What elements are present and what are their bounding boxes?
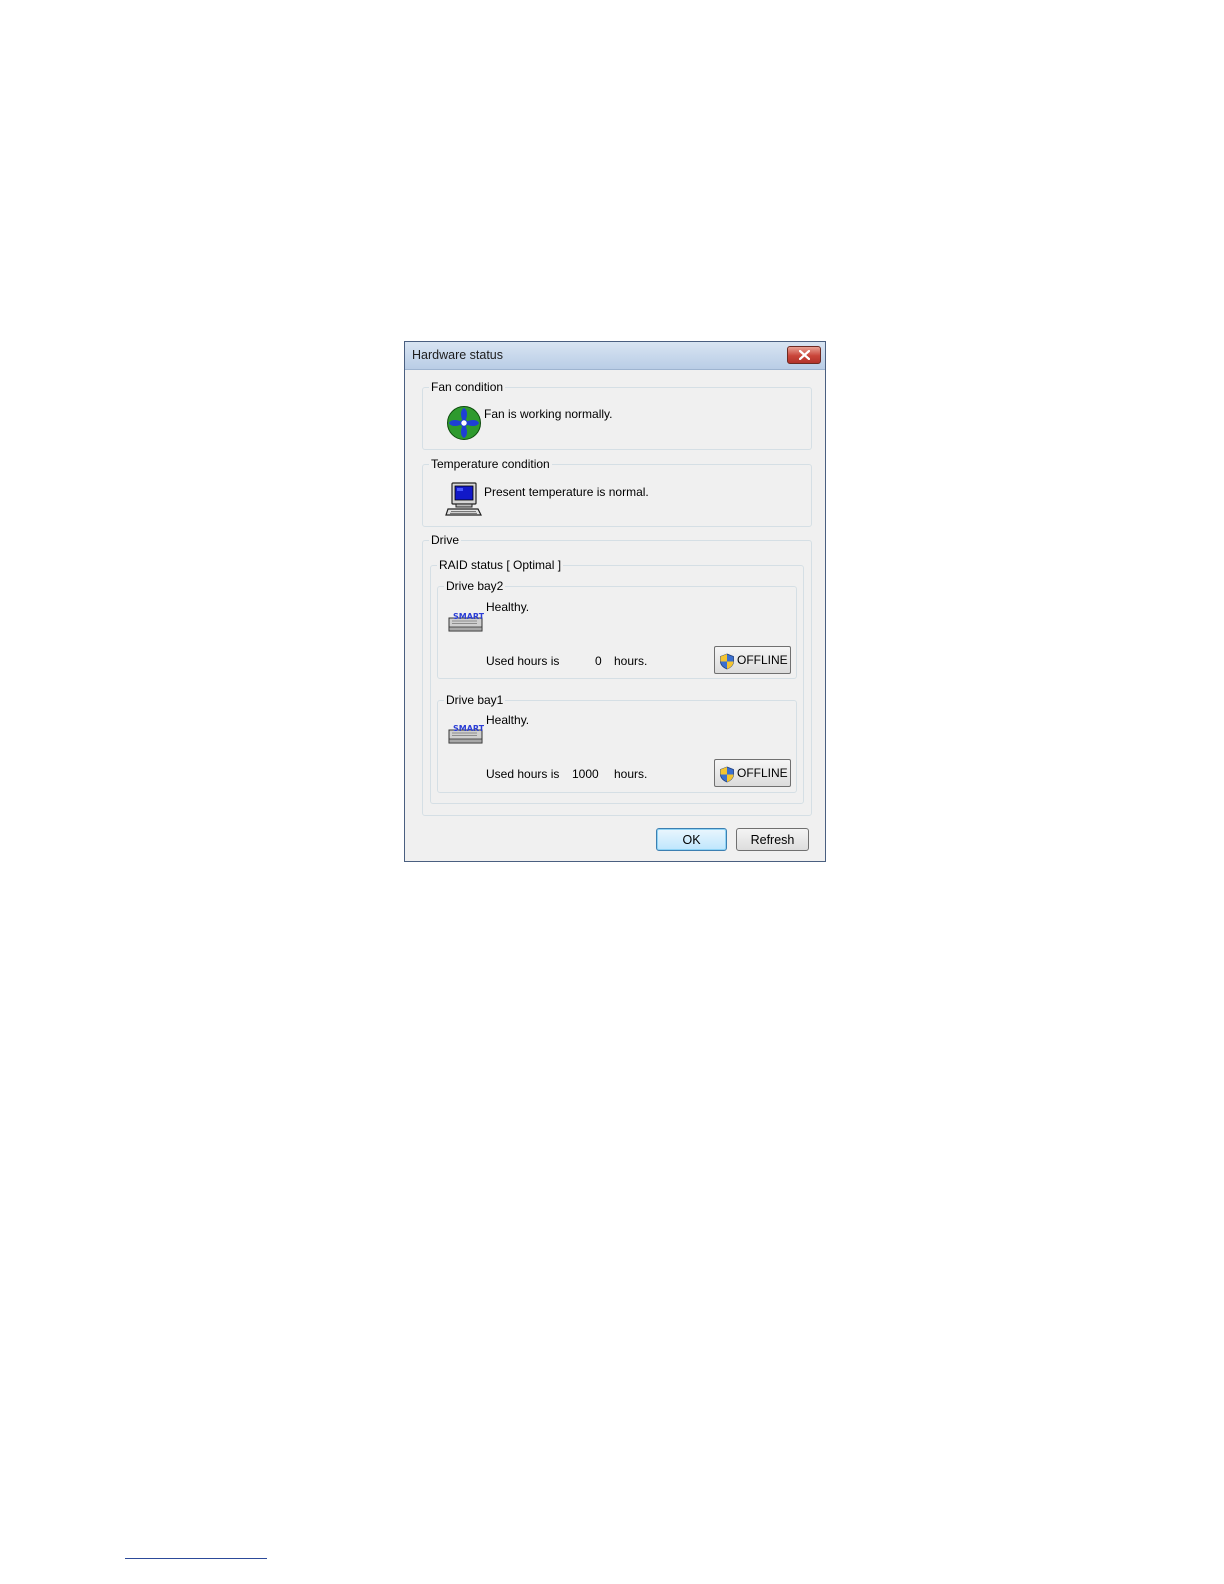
temperature-condition-legend: Temperature condition [431, 457, 550, 471]
used-hours-unit: hours. [614, 767, 648, 781]
refresh-button[interactable]: Refresh [736, 828, 809, 851]
used-hours-label: Used hours is [486, 767, 560, 781]
uac-shield-icon [720, 653, 734, 670]
used-hours-value: 1000 [572, 767, 599, 781]
close-icon [799, 350, 810, 360]
ok-button[interactable]: OK [656, 828, 727, 851]
used-hours-label: Used hours is [486, 654, 560, 668]
drive-bay-legend: Drive bay1 [446, 693, 504, 707]
fan-status-text: Fan is working normally. [484, 407, 613, 421]
svg-text:SMART: SMART [453, 612, 484, 621]
fan-condition-legend: Fan condition [431, 380, 504, 394]
hardware-status-dialog: Hardware status Fan condition Fan is wor… [404, 341, 826, 862]
close-button[interactable] [787, 346, 821, 364]
used-hours-value: 0 [595, 654, 602, 668]
temperature-status-text: Present temperature is normal. [484, 485, 649, 499]
smart-drive-icon: SMART [448, 612, 484, 632]
offline-button[interactable]: OFFLINE [714, 759, 791, 787]
smart-drive-icon: SMART [448, 724, 484, 744]
title-bar[interactable]: Hardware status [405, 342, 825, 370]
drive-bay-status: Healthy. [486, 713, 530, 727]
computer-icon [445, 482, 482, 516]
footnote-rule [125, 1558, 267, 1559]
offline-button[interactable]: OFFLINE [714, 646, 791, 674]
fan-icon [447, 406, 481, 440]
offline-button-label: OFFLINE [737, 766, 788, 780]
window-title: Hardware status [412, 348, 504, 362]
used-hours-unit: hours. [614, 654, 648, 668]
drive-bay-status: Healthy. [486, 600, 530, 614]
svg-text:SMART: SMART [453, 724, 484, 733]
drive-legend: Drive [431, 533, 460, 547]
offline-button-label: OFFLINE [737, 653, 788, 667]
raid-status-legend: RAID status [ Optimal ] [439, 558, 562, 572]
drive-bay-legend: Drive bay2 [446, 579, 504, 593]
uac-shield-icon [720, 766, 734, 783]
